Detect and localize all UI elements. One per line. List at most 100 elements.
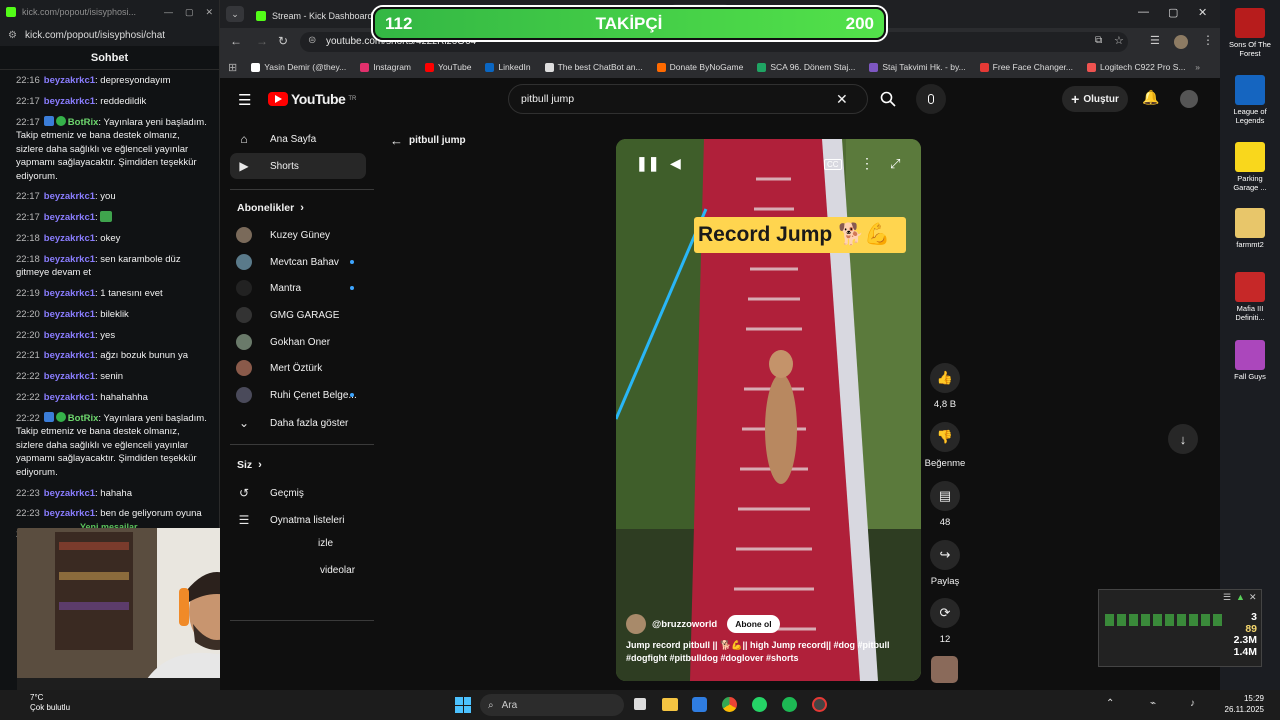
bookmark-item[interactable]: Instagram (360, 62, 411, 72)
voice-search-button[interactable] (916, 84, 946, 114)
bookmark-item[interactable]: YouTube (425, 62, 471, 72)
bookmark-star-icon[interactable]: ☆ (1114, 34, 1124, 47)
close-icon[interactable]: ✕ (205, 7, 213, 18)
forward-icon[interactable]: → (256, 34, 268, 48)
subscription-item[interactable]: GMG GARAGE (236, 307, 339, 323)
next-short-button[interactable]: ↓ (1168, 424, 1198, 454)
volume-icon[interactable]: ♪ (1190, 698, 1195, 709)
message-username[interactable]: beyzakrkc1 (44, 75, 95, 86)
browser-menu-icon[interactable]: ⋮ (1202, 33, 1214, 47)
message-username[interactable]: beyzakrkc1 (44, 288, 95, 299)
network-icon[interactable]: ⌁ (1150, 698, 1156, 709)
message-username[interactable]: beyzakrkc1 (44, 96, 95, 107)
channel-name[interactable]: @bruzzoworld (652, 619, 717, 630)
clock[interactable]: 15:29 26.11.2025 (1216, 693, 1264, 715)
chat-url[interactable]: kick.com/popout/isisyphosi/chat (25, 30, 165, 41)
bookmark-item[interactable]: Free Face Changer... (979, 62, 1073, 72)
collapse-icon[interactable]: ▲ (1236, 592, 1245, 602)
nav-your-videos[interactable]: videolar (320, 565, 355, 576)
file-explorer-icon[interactable] (662, 698, 678, 711)
nav-playlists[interactable]: ☰ Oynatma listeleri (236, 512, 345, 528)
subscriptions-header[interactable]: Abonelikler › (237, 202, 304, 214)
reload-icon[interactable]: ↻ (278, 34, 288, 48)
desktop-icon[interactable]: farmmt2 (1224, 208, 1276, 249)
back-to-search[interactable]: ← pitbull jump (390, 133, 466, 148)
spotify-icon[interactable] (782, 697, 797, 712)
notifications-bell-icon[interactable]: 🔔 (1142, 89, 1159, 106)
message-username[interactable]: beyzakrkc1 (44, 233, 95, 244)
nav-history[interactable]: ↺ Geçmiş (236, 485, 304, 501)
bookmark-item[interactable]: Donate ByNoGame (656, 62, 743, 72)
desktop-icon[interactable]: Mafia III Definiti... (1224, 272, 1276, 322)
message-username[interactable]: beyzakrkc1 (44, 309, 95, 320)
window-close-icon[interactable]: ✕ (1198, 6, 1207, 19)
message-username[interactable]: beyzakrkc1 (44, 392, 95, 403)
bookmark-item[interactable]: SCA 96. Dönem Staj... (757, 62, 855, 72)
minimize-icon[interactable]: — (164, 7, 173, 17)
search-button[interactable] (868, 84, 908, 114)
desktop-icon[interactable]: League of Legends (1224, 75, 1276, 125)
search-bar[interactable]: pitbull jump ✕ (508, 84, 868, 114)
like-button[interactable]: 👍 4,8 B (920, 363, 970, 410)
pause-icon[interactable]: ❚❚ (636, 155, 659, 172)
message-username[interactable]: beyzakrkc1 (44, 488, 95, 499)
desktop-icon[interactable]: Fall Guys (1224, 340, 1276, 381)
weather-widget[interactable]: 7°C Çok bulutlu (30, 693, 70, 713)
bookmark-item[interactable]: Logitech C922 Pro S... (1087, 62, 1186, 72)
app-icon[interactable] (812, 697, 827, 712)
back-icon[interactable]: ← (230, 34, 242, 48)
menu-icon[interactable]: ☰ (1223, 592, 1231, 603)
subscription-item[interactable]: Mert Öztürk (236, 360, 322, 376)
comments-button[interactable]: ▤ 48 (920, 481, 970, 528)
more-bookmarks-icon[interactable]: » (1195, 62, 1200, 72)
hamburger-menu-icon[interactable]: ☰ (238, 91, 251, 109)
nav-shorts[interactable]: ▶ Shorts (236, 158, 299, 174)
window-maximize-icon[interactable]: ▢ (1168, 6, 1178, 19)
you-header[interactable]: Siz › (237, 459, 262, 471)
message-username[interactable]: BotRix (68, 117, 99, 128)
task-view-icon[interactable] (634, 698, 646, 710)
desktop-icon[interactable]: Sons Of The Forest (1224, 8, 1276, 58)
extensions-icon[interactable]: ☰ (1150, 34, 1160, 47)
install-icon[interactable]: ⧉ (1095, 35, 1102, 46)
create-button[interactable]: + Oluştur (1062, 86, 1128, 112)
subscription-item[interactable]: Mevtcan Bahav (236, 254, 339, 270)
close-icon[interactable]: ✕ (1249, 592, 1257, 603)
fullscreen-icon[interactable]: ⤢ (890, 156, 900, 172)
desktop-icon[interactable]: Parking Garage ... (1224, 142, 1276, 192)
bookmark-item[interactable]: The best ChatBot an... (544, 62, 643, 72)
search-input[interactable]: pitbull jump (521, 93, 574, 105)
bookmark-item[interactable]: LinkedIn (485, 62, 531, 72)
bookmark-item[interactable]: Yasin Demir (@they... (251, 62, 346, 72)
subscription-item[interactable]: Gokhan Oner (236, 334, 330, 350)
message-username[interactable]: beyzakrkc1 (44, 350, 95, 361)
apps-grid-icon[interactable]: ⊞ (228, 61, 237, 74)
channel-avatar[interactable] (626, 614, 646, 634)
subscribe-button[interactable]: Abone ol (727, 615, 780, 633)
subscription-item[interactable]: Mantra (236, 280, 301, 296)
taskbar-search[interactable]: ⌕ Ara (480, 694, 624, 716)
tray-chevron-icon[interactable]: ⌃ (1106, 698, 1114, 709)
message-username[interactable]: beyzakrkc1 (44, 212, 95, 223)
short-video-player[interactable]: Record Jump 🐕💪 ❚❚ ◀ CC ⋮ ⤢ @bruzzoworld … (616, 139, 921, 681)
nav-watch-later[interactable]: izle (318, 538, 333, 549)
tab-kick-dashboard[interactable]: Stream - Kick Dashboard (248, 4, 388, 28)
store-icon[interactable] (692, 697, 707, 712)
chrome-icon[interactable] (722, 697, 737, 712)
settings-icon[interactable]: ⚙ (8, 30, 17, 41)
captions-icon[interactable]: CC (824, 159, 842, 170)
message-username[interactable]: beyzakrkc1 (44, 508, 95, 519)
profile-avatar[interactable] (1174, 35, 1188, 49)
show-more-subscriptions[interactable]: ⌄ Daha fazla göster (236, 415, 348, 431)
clear-search-icon[interactable]: ✕ (836, 91, 848, 108)
window-minimize-icon[interactable]: — (1138, 6, 1149, 18)
whatsapp-icon[interactable] (752, 697, 767, 712)
message-username[interactable]: BotRix (68, 413, 99, 424)
message-username[interactable]: beyzakrkc1 (44, 330, 95, 341)
youtube-logo[interactable]: YouTube TR (268, 91, 356, 107)
maximize-icon[interactable]: ▢ (185, 7, 194, 18)
sound-thumbnail[interactable] (931, 656, 958, 683)
start-button[interactable] (455, 697, 471, 713)
message-username[interactable]: beyzakrkc1 (44, 191, 95, 202)
mute-icon[interactable]: ◀ (670, 155, 681, 172)
